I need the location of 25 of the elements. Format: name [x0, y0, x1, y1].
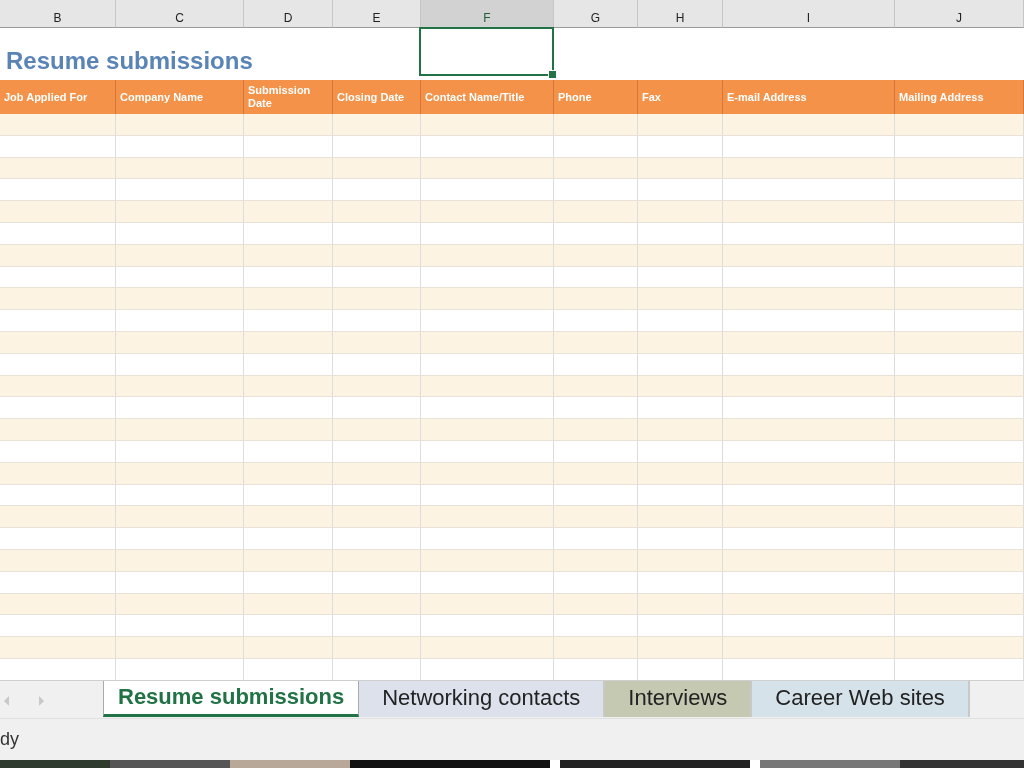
column-header[interactable]: I	[723, 0, 895, 28]
column-header[interactable]: F	[421, 0, 554, 28]
column-header[interactable]: E	[333, 0, 421, 28]
column-heading: Mailing Address	[895, 80, 1024, 114]
column-header[interactable]: G	[554, 0, 638, 28]
column-header[interactable]: B	[0, 0, 116, 28]
sheet-tab[interactable]: Interviews	[605, 681, 753, 717]
column-heading: Job Applied For	[0, 80, 116, 114]
column-header[interactable]: J	[895, 0, 1024, 28]
column-heading: Company Name	[116, 80, 244, 114]
selected-cell[interactable]	[419, 27, 554, 76]
column-header[interactable]: H	[638, 0, 723, 28]
sheet-tab[interactable]: Resume submissions	[103, 681, 360, 717]
column-header[interactable]: C	[116, 0, 244, 28]
column-heading: Contact Name/Title	[421, 80, 554, 114]
sheet-tab[interactable]: Career Web sites	[752, 681, 970, 717]
column-header[interactable]: D	[244, 0, 333, 28]
sheet-tab[interactable]: Networking contacts	[359, 681, 606, 717]
status-text: dy	[0, 729, 19, 750]
column-heading: Submission Date	[244, 80, 333, 114]
column-heading: Phone	[554, 80, 638, 114]
column-heading: Closing Date	[333, 80, 421, 114]
column-heading: E-mail Address	[723, 80, 895, 114]
column-heading: Fax	[638, 80, 723, 114]
sheet-title: Resume submissions	[6, 46, 253, 76]
